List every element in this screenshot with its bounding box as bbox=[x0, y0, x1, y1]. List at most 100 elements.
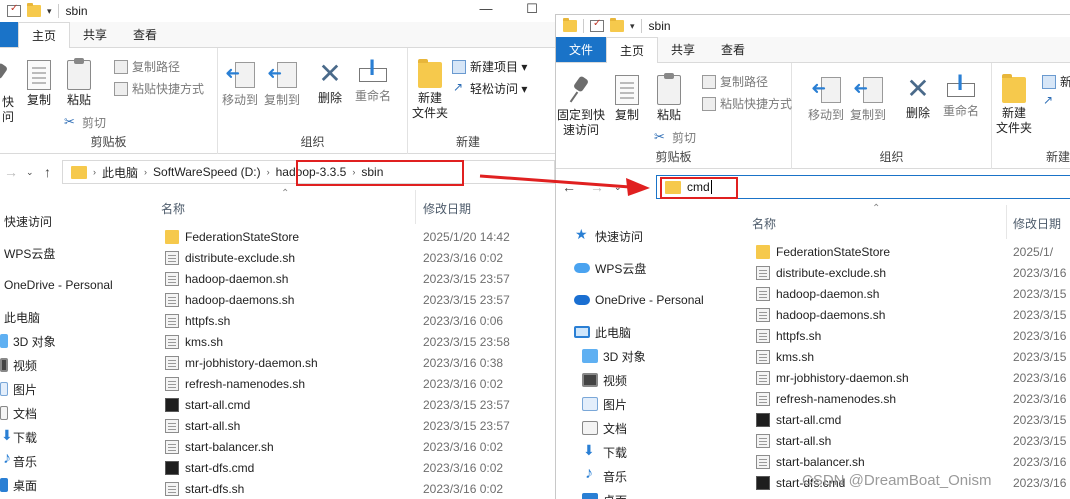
breadcrumb-drive[interactable]: SoftWareSpeed (D:) bbox=[153, 165, 261, 179]
file-row[interactable]: start-all.sh 2023/3/15 23:57 bbox=[145, 415, 555, 436]
file-row[interactable]: start-balancer.sh 2023/3/16 0:02 bbox=[145, 436, 555, 457]
column-date[interactable]: 修改日期 bbox=[1013, 215, 1061, 232]
new-item-button[interactable]: 新 bbox=[1042, 73, 1070, 90]
copy-path-button[interactable]: 复制路径 bbox=[702, 73, 768, 90]
nav-this-pc[interactable]: 此电脑 bbox=[4, 306, 40, 328]
rename-button[interactable]: 重命名 bbox=[940, 75, 982, 119]
nav-music[interactable]: 音乐 bbox=[582, 465, 627, 487]
new-folder-quick-icon[interactable] bbox=[27, 3, 41, 17]
nav-onedrive[interactable]: OneDrive - Personal bbox=[574, 289, 704, 311]
tab-home[interactable]: 主页 bbox=[18, 22, 71, 49]
nav-quick-access[interactable]: 快速访问 bbox=[4, 210, 52, 232]
recent-dropdown-icon[interactable]: ⌄ bbox=[26, 167, 34, 178]
new-folder-quick-icon[interactable] bbox=[610, 18, 624, 32]
file-row[interactable]: FederationStateStore 2025/1/ bbox=[736, 241, 1070, 262]
nav-3d-objects[interactable]: 3D 对象 bbox=[582, 345, 646, 367]
file-row[interactable]: hadoop-daemon.sh 2023/3/15 23:57 bbox=[145, 268, 555, 289]
paste-shortcut-button[interactable]: 粘贴快捷方式 bbox=[114, 80, 204, 97]
nav-wps-cloud[interactable]: WPS云盘 bbox=[574, 257, 646, 279]
cut-button[interactable]: 剪切 bbox=[654, 129, 696, 146]
copy-to-button[interactable]: 复制到 bbox=[848, 75, 888, 123]
breadcrumb-chevron-icon[interactable]: › bbox=[144, 167, 147, 177]
up-arrow-icon[interactable]: ↑ bbox=[634, 179, 641, 195]
paste-shortcut-button[interactable]: 粘贴快捷方式 bbox=[702, 95, 792, 112]
nav-pictures[interactable]: 图片 bbox=[0, 378, 37, 400]
forward-arrow-icon[interactable]: → bbox=[590, 179, 604, 195]
file-row[interactable]: start-dfs.cmd 2023/3/16 0:02 bbox=[145, 457, 555, 478]
nav-downloads[interactable]: 下载 bbox=[582, 441, 627, 463]
properties-icon[interactable] bbox=[7, 3, 21, 17]
up-arrow-icon[interactable]: ↑ bbox=[44, 164, 51, 180]
column-name[interactable]: 名称 bbox=[161, 200, 185, 217]
breadcrumb-chevron-icon[interactable]: › bbox=[93, 167, 96, 177]
file-row[interactable]: mr-jobhistory-daemon.sh 2023/3/16 bbox=[736, 367, 1070, 388]
copy-button[interactable]: 复制 bbox=[24, 60, 54, 108]
file-row[interactable]: start-all.sh 2023/3/15 bbox=[736, 430, 1070, 451]
breadcrumb-this-pc[interactable]: 此电脑 bbox=[102, 164, 138, 181]
nav-this-pc[interactable]: 此电脑 bbox=[574, 321, 631, 343]
nav-wps-cloud[interactable]: WPS云盘 bbox=[4, 242, 55, 264]
copy-to-button[interactable]: 复制到 bbox=[262, 60, 302, 108]
file-row[interactable]: start-dfs.sh 2023/3/16 0:02 bbox=[145, 478, 555, 499]
file-row[interactable]: mr-jobhistory-daemon.sh 2023/3/16 0:38 bbox=[145, 352, 555, 373]
nav-onedrive[interactable]: OneDrive - Personal bbox=[4, 274, 113, 296]
file-row[interactable]: kms.sh 2023/3/15 bbox=[736, 346, 1070, 367]
tab-share[interactable]: 共享 bbox=[658, 37, 708, 62]
file-row[interactable]: hadoop-daemons.sh 2023/3/15 23:57 bbox=[145, 289, 555, 310]
file-row[interactable]: httpfs.sh 2023/3/16 0:06 bbox=[145, 310, 555, 331]
new-folder-button[interactable]: 新建 文件夹 bbox=[994, 74, 1034, 136]
file-row[interactable]: distribute-exclude.sh 2023/3/16 bbox=[736, 262, 1070, 283]
easy-access-button[interactable]: 轻松访问 ▾ bbox=[452, 80, 527, 97]
move-to-button[interactable]: 移动到 bbox=[806, 75, 846, 123]
tab-file[interactable] bbox=[0, 22, 18, 47]
nav-desktop[interactable]: 桌面 bbox=[0, 474, 37, 496]
paste-button[interactable]: 粘贴 bbox=[654, 73, 684, 123]
nav-pictures[interactable]: 图片 bbox=[582, 393, 627, 415]
file-row[interactable]: start-all.cmd 2023/3/15 23:57 bbox=[145, 394, 555, 415]
nav-documents[interactable]: 文档 bbox=[582, 417, 627, 439]
tab-file[interactable]: 文件 bbox=[556, 37, 607, 62]
forward-arrow-icon[interactable]: → bbox=[4, 164, 18, 180]
new-folder-button[interactable]: 新建 文件夹 bbox=[410, 59, 450, 121]
breadcrumb-chevron-icon[interactable]: › bbox=[267, 167, 270, 177]
column-name[interactable]: 名称 bbox=[752, 215, 776, 232]
nav-quick-access[interactable]: 快速访问 bbox=[574, 225, 643, 247]
file-row[interactable]: distribute-exclude.sh 2023/3/16 0:02 bbox=[145, 247, 555, 268]
file-row[interactable]: hadoop-daemon.sh 2023/3/15 bbox=[736, 283, 1070, 304]
paste-button[interactable]: 粘贴 bbox=[64, 58, 94, 108]
file-row[interactable]: FederationStateStore 2025/1/20 14:42 bbox=[145, 226, 555, 247]
tab-home[interactable]: 主页 bbox=[606, 37, 659, 64]
file-row[interactable]: hadoop-daemons.sh 2023/3/15 bbox=[736, 304, 1070, 325]
rename-button[interactable]: 重命名 bbox=[352, 60, 394, 104]
move-to-button[interactable]: 移动到 bbox=[220, 60, 260, 108]
file-row[interactable]: start-balancer.sh 2023/3/16 bbox=[736, 451, 1070, 472]
tab-view[interactable]: 查看 bbox=[120, 22, 170, 47]
new-item-button[interactable]: 新建项目 ▾ bbox=[452, 58, 527, 75]
file-row[interactable]: refresh-namenodes.sh 2023/3/16 0:02 bbox=[145, 373, 555, 394]
easy-access-button[interactable] bbox=[1042, 93, 1060, 109]
tab-view[interactable]: 查看 bbox=[708, 37, 758, 62]
file-row[interactable]: kms.sh 2023/3/15 23:58 bbox=[145, 331, 555, 352]
nav-3d-objects[interactable]: 3D 对象 bbox=[0, 330, 56, 352]
recent-dropdown-icon[interactable]: ⌄ bbox=[614, 182, 622, 193]
quick-access-dropdown-icon[interactable]: ▾ bbox=[47, 6, 52, 17]
pin-quick-access-button[interactable]: 快 问 bbox=[0, 62, 14, 125]
nav-desktop[interactable]: 桌面 bbox=[582, 489, 627, 499]
tab-share[interactable]: 共享 bbox=[70, 22, 120, 47]
file-row[interactable]: httpfs.sh 2023/3/16 bbox=[736, 325, 1070, 346]
column-divider[interactable] bbox=[1006, 205, 1007, 239]
delete-button[interactable]: ✕ 删除 bbox=[314, 60, 346, 106]
nav-music[interactable]: 音乐 bbox=[0, 450, 37, 472]
cut-button[interactable]: 剪切 bbox=[64, 114, 106, 131]
copy-path-button[interactable]: 复制路径 bbox=[114, 58, 180, 75]
copy-button[interactable]: 复制 bbox=[612, 75, 642, 123]
column-divider[interactable] bbox=[415, 190, 416, 224]
nav-videos[interactable]: 视频 bbox=[582, 369, 627, 391]
maximize-icon[interactable]: ☐ bbox=[509, 0, 555, 22]
back-arrow-icon[interactable]: ← bbox=[562, 179, 576, 195]
delete-button[interactable]: ✕ 删除 bbox=[902, 75, 934, 121]
pin-quick-access-button[interactable]: 固定到快 速访问 bbox=[556, 75, 606, 138]
quick-access-dropdown-icon[interactable]: ▾ bbox=[630, 21, 635, 32]
file-row[interactable]: start-all.cmd 2023/3/15 bbox=[736, 409, 1070, 430]
file-row[interactable]: refresh-namenodes.sh 2023/3/16 bbox=[736, 388, 1070, 409]
